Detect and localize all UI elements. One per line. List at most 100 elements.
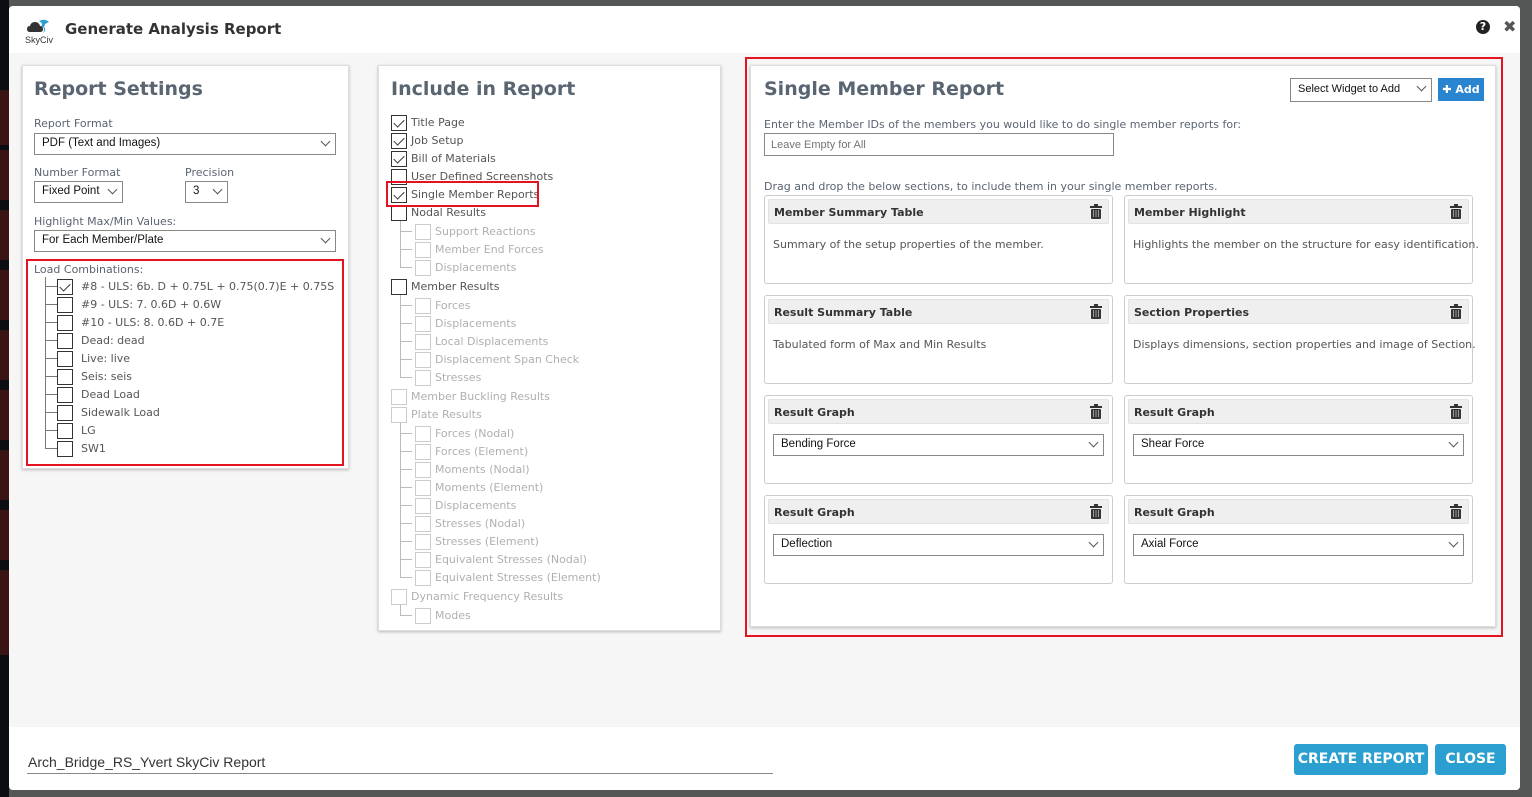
widget-header[interactable]: Result Summary Table [768,299,1109,324]
chevron-down-icon [320,136,331,147]
trash-icon[interactable] [1450,204,1462,219]
include-sub-checkbox[interactable] [415,316,431,332]
include-sub-checkbox[interactable] [415,498,431,514]
result-graph-select[interactable]: Bending Force [773,434,1104,456]
widget-header[interactable]: Member Highlight [1128,199,1469,224]
include-checkbox[interactable] [391,169,407,185]
include-sub-checkbox[interactable] [415,552,431,568]
load-combination-label: #8 - ULS: 6b. D + 0.75L + 0.75(0.7)E + 0… [81,280,335,293]
include-sub-item-label: Support Reactions [435,225,536,238]
include-sub-checkbox[interactable] [415,462,431,478]
load-combination-checkbox[interactable] [57,333,73,349]
trash-icon[interactable] [1090,204,1102,219]
trash-icon[interactable] [1450,404,1462,419]
result-graph-select[interactable]: Axial Force [1133,534,1464,556]
help-icon[interactable]: ? [1476,20,1490,34]
result-graph-select[interactable]: Deflection [773,534,1104,556]
include-sub-checkbox[interactable] [415,260,431,276]
include-checkbox[interactable] [391,115,407,131]
load-combination-checkbox[interactable] [57,423,73,439]
include-sub-checkbox[interactable] [415,352,431,368]
report-widget[interactable]: Result Graph Deflection [764,495,1113,584]
number-format-select[interactable]: Fixed Point [34,181,123,203]
include-sub-checkbox[interactable] [415,334,431,350]
include-sub-checkbox[interactable] [415,534,431,550]
tree-branch [45,367,57,377]
tree-branch [45,295,57,305]
tree-branch [45,313,57,323]
report-widget[interactable]: Section Properties Displays dimensions, s… [1124,295,1476,384]
load-combination-checkbox[interactable] [57,351,73,367]
add-widget-button[interactable]: ✚ Add [1438,78,1484,101]
include-sub-checkbox[interactable] [415,224,431,240]
load-combination-checkbox[interactable] [57,441,73,457]
trash-icon[interactable] [1090,404,1102,419]
load-combination-checkbox[interactable] [57,279,73,295]
trash-icon[interactable] [1090,504,1102,519]
include-sub-item-label: Local Displacements [435,335,549,348]
report-widget[interactable]: Result Summary Table Tabulated form of Ma… [764,295,1113,384]
single-member-report-panel: Single Member Report Select Widget to Ad… [750,65,1496,627]
include-sub-checkbox[interactable] [415,370,431,386]
report-widget[interactable]: Result Graph Axial Force [1124,495,1473,584]
widget-select[interactable]: Select Widget to Add [1290,78,1432,102]
widget-header[interactable]: Member Summary Table [768,199,1109,224]
include-sub-checkbox[interactable] [415,444,431,460]
load-combination-checkbox[interactable] [57,315,73,331]
include-sub-checkbox[interactable] [415,242,431,258]
close-icon[interactable]: ✖ [1503,17,1516,36]
widget-title: Section Properties [1134,306,1249,319]
include-checkbox[interactable] [391,279,407,295]
include-checkbox[interactable] [391,205,407,221]
highlight-select[interactable]: For Each Member/Plate [34,230,336,252]
report-widget[interactable]: Member Summary Table Summary of the setup… [764,195,1113,284]
trash-icon[interactable] [1090,304,1102,319]
brand-text: SkyCiv [25,35,54,45]
widget-header[interactable]: Section Properties [1128,299,1469,324]
load-combination-checkbox[interactable] [57,369,73,385]
report-widget[interactable]: Member Highlight Highlights the member on… [1124,195,1479,284]
load-combination-checkbox[interactable] [57,387,73,403]
include-checkbox[interactable] [391,187,407,203]
widget-header[interactable]: Result Graph [1128,499,1469,524]
result-graph-select[interactable]: Shear Force [1133,434,1464,456]
include-sub-checkbox[interactable] [415,480,431,496]
tree-connector [400,295,401,378]
report-widget[interactable]: Result Graph Bending Force [764,395,1113,484]
include-checkbox[interactable] [391,589,407,605]
include-sub-checkbox[interactable] [415,426,431,442]
load-combination-checkbox[interactable] [57,297,73,313]
include-sub-checkbox[interactable] [415,608,431,624]
tree-branch [400,496,412,506]
tree-branch [45,349,57,359]
member-ids-input[interactable] [764,133,1114,156]
result-graph-value: Deflection [781,538,833,550]
report-name-input[interactable] [27,750,773,774]
include-in-report-panel: Include in Report Title Page Job Setup Bil… [378,65,721,631]
include-sub-checkbox[interactable] [415,516,431,532]
include-sub-checkbox[interactable] [415,570,431,586]
include-sub-item-label: Moments (Element) [435,481,544,494]
include-sub-checkbox[interactable] [415,298,431,314]
include-checkbox[interactable] [391,151,407,167]
report-format-select[interactable]: PDF (Text and Images) [34,133,336,155]
include-checkbox[interactable] [391,407,407,423]
widget-header[interactable]: Result Graph [1128,399,1469,424]
close-button[interactable]: CLOSE [1435,744,1506,775]
report-widget[interactable]: Result Graph Shear Force [1124,395,1473,484]
load-combination-checkbox[interactable] [57,405,73,421]
include-sub-item-label: Modes [435,609,471,622]
widget-header[interactable]: Result Graph [768,399,1109,424]
include-sub-item-label: Displacements [435,499,517,512]
tree-branch [400,460,412,470]
tree-connector [400,221,401,268]
precision-select[interactable]: 3 [185,181,228,203]
tree-branch [400,568,412,578]
widget-header[interactable]: Result Graph [768,499,1109,524]
trash-icon[interactable] [1450,304,1462,319]
trash-icon[interactable] [1450,504,1462,519]
include-checkbox[interactable] [391,133,407,149]
include-checkbox[interactable] [391,389,407,405]
chevron-down-icon [1416,81,1427,92]
create-report-button[interactable]: CREATE REPORT [1294,744,1428,775]
